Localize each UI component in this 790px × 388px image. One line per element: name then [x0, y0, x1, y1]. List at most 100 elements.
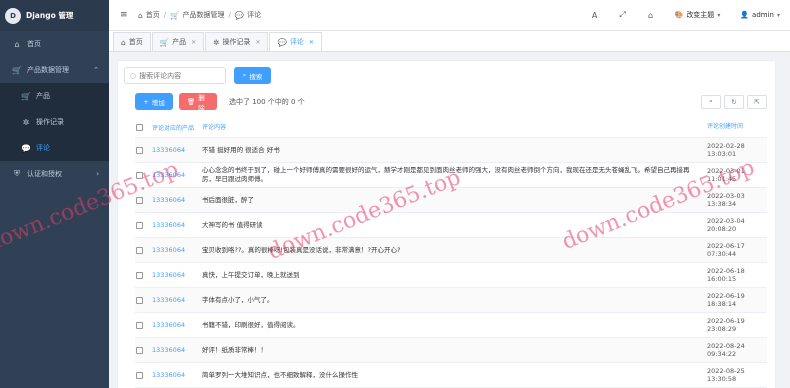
cart-icon: 🛒 [21, 91, 31, 101]
table-row: 13336064 书籍不错，印刷很好，值得阅读。 2022-06-19 23:08… [135, 313, 767, 338]
table-body: 13336064 不错 挺好用的 很适合 好书 2022-02-28 13:03:… [135, 138, 767, 388]
created-time: 2022-03-04 20:08:20 [707, 217, 767, 234]
sidebar-item-product-data[interactable]: 🛒 产品数据管理 ⌃ [0, 57, 109, 83]
created-date: 2022-03-01 [707, 166, 745, 175]
search-button[interactable]: ⌕ 搜索 [234, 67, 271, 84]
home-icon[interactable]: ⌂ [637, 11, 665, 20]
row-checkbox[interactable] [136, 246, 143, 254]
search-row: ○ ⌕ 搜索 [124, 67, 271, 84]
close-icon[interactable]: ✕ [309, 39, 314, 46]
home-icon: ⌂ [14, 39, 20, 49]
comment-content: 简单罗列一大堆知识点，也不细致解释，没什么操作性 [202, 370, 358, 379]
comments-icon: 💬 [234, 10, 245, 20]
product-link[interactable]: 13336064 [152, 196, 202, 204]
user-dropdown[interactable]: 👤 admin ▾ [730, 11, 790, 19]
fullscreen-icon[interactable]: ⤢ [609, 10, 637, 20]
tab-product[interactable]: 🛒 产品 ✕ [151, 32, 205, 51]
tab-comments[interactable]: 💬 评论 ✕ [269, 32, 322, 51]
comment-content: 宝贝收到咯??。真的很棒呀!包装真是没话说，非常满意！?开心开心? [202, 245, 401, 254]
created-time: 2022-03-03 13:38:34 [707, 192, 767, 209]
font-size-icon[interactable]: A [581, 11, 609, 20]
row-checkbox[interactable] [136, 196, 143, 204]
created-clock: 18:38:14 [707, 300, 737, 308]
created-time: 2022-06-19 18:38:14 [707, 292, 767, 309]
gear-icon: ✲ [22, 117, 30, 127]
comment-content: 字体有点小了，小气了。 [202, 295, 274, 304]
sidebar-item-label: 产品 [36, 92, 50, 100]
created-time: 2022-06-18 16:00:15 [707, 267, 767, 284]
sidebar-item-label: 操作记录 [36, 118, 64, 126]
theme-dropdown[interactable]: 🎨 改变主题 ▾ [665, 10, 731, 20]
close-icon[interactable]: ✕ [255, 39, 260, 46]
row-check-cell [135, 146, 152, 154]
comments-icon: 💬 [21, 143, 31, 153]
product-link[interactable]: 13336064 [152, 296, 202, 304]
product-link[interactable]: 13336064 [152, 171, 202, 179]
sidebar-item-auth[interactable]: ⛨ 认证和授权 › [0, 161, 109, 187]
row-checkbox[interactable] [136, 271, 143, 279]
tab-label: 操作记录 [222, 38, 251, 46]
close-icon[interactable]: ✕ [191, 39, 196, 46]
home-icon: ⌂ [138, 10, 143, 20]
row-checkbox[interactable] [136, 321, 143, 329]
row-checkbox[interactable] [136, 171, 143, 179]
comments-icon: 💬 [277, 37, 287, 47]
export-icon[interactable]: ⇱ [747, 94, 767, 109]
sidebar-item-logs[interactable]: ✲ 操作记录 [0, 109, 109, 135]
row-checkbox[interactable] [136, 146, 143, 154]
sidebar-item-label: 产品数据管理 [27, 66, 69, 74]
product-link[interactable]: 13336064 [152, 146, 202, 154]
search-toggle-icon[interactable]: ⌕ [701, 94, 721, 109]
sidebar-item-product[interactable]: 🛒 产品 [0, 83, 109, 109]
product-link[interactable]: 13336064 [152, 246, 202, 254]
breadcrumb-item: 评论 [247, 11, 262, 19]
delete-button[interactable]: 🗑 删除 [179, 93, 217, 112]
row-checkbox[interactable] [136, 371, 143, 379]
shield-icon: ⛨ [14, 169, 20, 178]
product-link[interactable]: 13336064 [152, 371, 202, 379]
add-button[interactable]: + 增加 [135, 93, 173, 110]
comment-content: 不错 挺好用的 很适合 好书 [202, 145, 280, 154]
sidebar-item-comments[interactable]: 💬 评论 [0, 135, 109, 161]
column-header-product[interactable]: 评论对应的产品 [152, 123, 202, 132]
product-link[interactable]: 13336064 [152, 221, 202, 229]
product-link[interactable]: 13336064 [152, 346, 202, 354]
product-link[interactable]: 13336064 [152, 321, 202, 329]
add-button-label: 增加 [151, 98, 165, 107]
palette-icon: 🎨 [674, 11, 684, 19]
refresh-icon[interactable]: ↻ [724, 94, 744, 109]
gear-icon: ✲ [213, 37, 220, 47]
row-checkbox[interactable] [136, 221, 143, 229]
created-date: 2022-08-24 [707, 341, 745, 350]
search-field[interactable]: ○ [124, 67, 226, 84]
breadcrumb-item[interactable]: 产品数据管理 [182, 10, 224, 20]
cart-icon: 🛒 [12, 65, 22, 75]
search-button-label: 搜索 [249, 72, 263, 81]
comment-content: 心心念念的书终于到了，碰上一个好师傅真的需要很好的运气，赫学才刚是都见到面肉丝老… [202, 166, 690, 183]
sidebar-item-home[interactable]: ⌂ 首页 [0, 31, 109, 57]
search-input[interactable] [139, 71, 220, 80]
created-date: 2022-06-19 [707, 316, 745, 325]
row-checkbox[interactable] [136, 296, 143, 304]
created-date: 2022-06-17 [707, 241, 745, 250]
search-icon: ⌕ [242, 71, 247, 79]
select-all-checkbox[interactable] [136, 124, 143, 131]
column-header-content[interactable]: 评论内容 [202, 123, 707, 132]
created-clock: 07:30:44 [707, 250, 737, 258]
plus-icon: + [143, 97, 149, 106]
tab-logs[interactable]: ✲ 操作记录 ✕ [205, 32, 269, 51]
row-checkbox[interactable] [136, 346, 143, 354]
created-clock: 09:34:22 [707, 350, 737, 358]
created-clock: 23:08:29 [707, 325, 737, 333]
row-check-cell [135, 346, 152, 354]
row-check-cell [135, 296, 152, 304]
table-row: 13336064 书后面很脏，醉了 2022-03-03 13:38:34 [135, 188, 767, 213]
brand[interactable]: D Django 管理 [0, 0, 109, 31]
tab-home[interactable]: ⌂ 首页 [113, 32, 151, 51]
user-label: admin [752, 11, 774, 19]
product-link[interactable]: 13336064 [152, 271, 202, 279]
breadcrumb-item[interactable]: 首页 [146, 10, 160, 20]
menu-toggle-icon[interactable]: ≡ [120, 10, 130, 20]
column-header-date[interactable]: 评论创建时间 [707, 123, 767, 132]
comment-content: 真快，上午提交订单，晚上就送到 [202, 270, 300, 279]
